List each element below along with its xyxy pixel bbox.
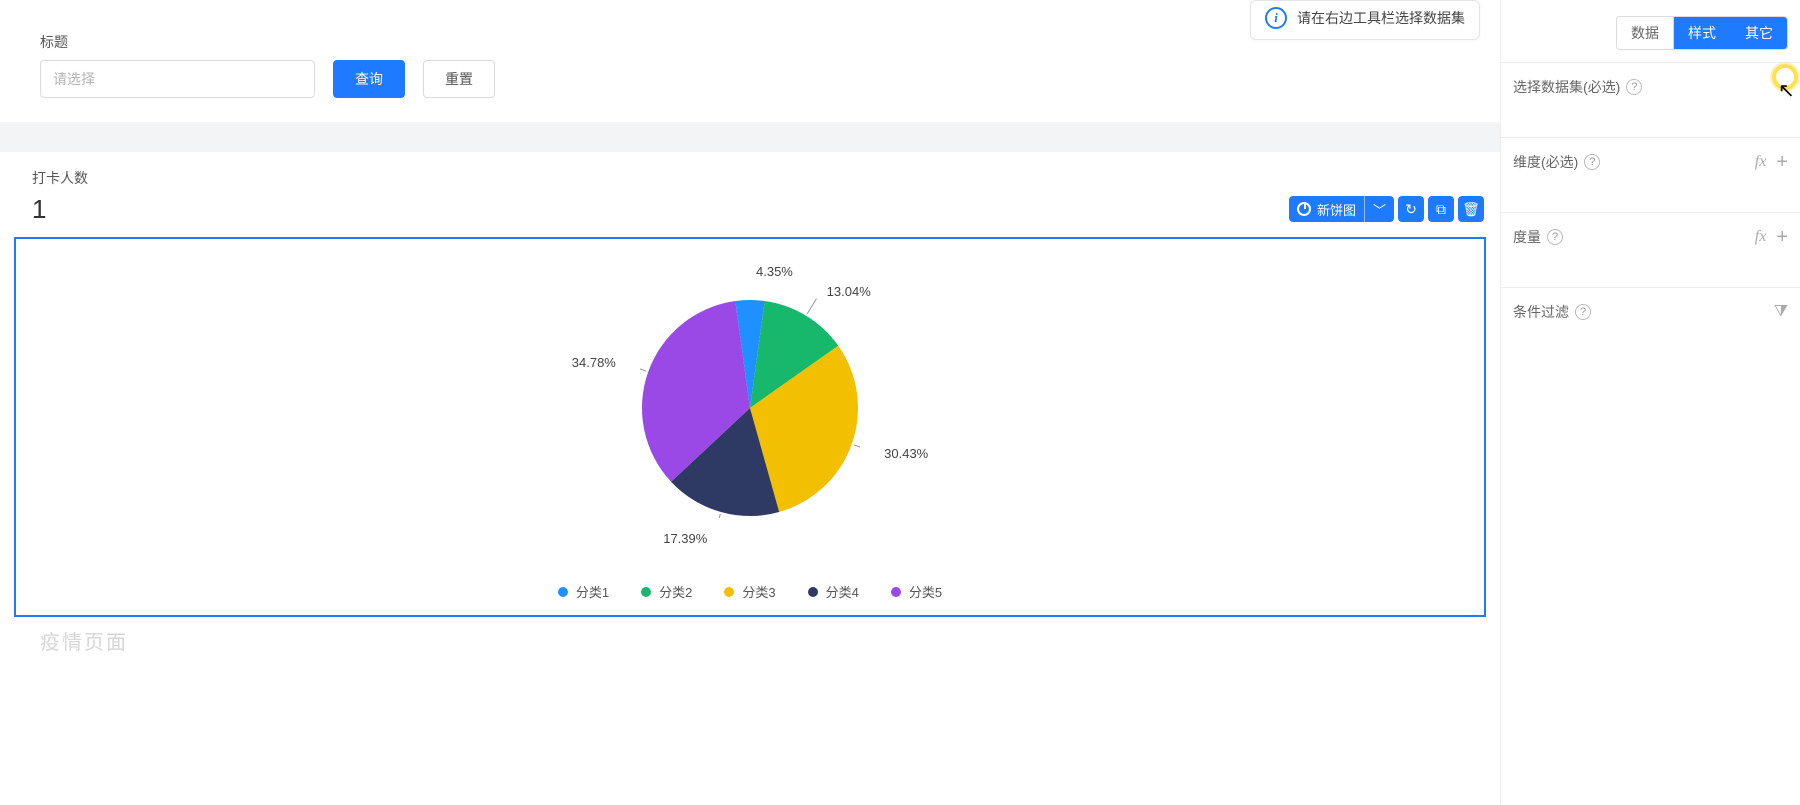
help-icon[interactable]: ? xyxy=(1575,304,1591,320)
main-area: i 请在右边工具栏选择数据集 标题 查询 重置 打卡人数 1 新饼图 ﹀ ↻ xyxy=(0,0,1500,805)
cfg-filter-label: 条件过滤 xyxy=(1513,302,1569,322)
chart-section: 打卡人数 1 新饼图 ﹀ ↻ ⧉ 🗑 4.35%13.04%30.43%17.3… xyxy=(0,152,1500,647)
legend-dot xyxy=(808,587,818,597)
config-sidebar: 数据 样式 其它 选择数据集(必选) ? 维度(必选) ? fx + 度量 ? … xyxy=(1500,0,1800,805)
legend-item[interactable]: 分类4 xyxy=(808,582,859,601)
fx-icon[interactable]: fx xyxy=(1755,228,1767,246)
chart-area: 4.35%13.04%30.43%17.39%34.78% 分类1分类2分类3分… xyxy=(16,239,1484,615)
help-icon[interactable]: ? xyxy=(1584,154,1600,170)
legend-dot xyxy=(558,587,568,597)
cfg-dimension-label: 维度(必选) xyxy=(1513,152,1578,172)
help-icon[interactable]: ? xyxy=(1626,79,1642,95)
plus-icon[interactable]: + xyxy=(1776,227,1788,247)
pie-wrap: 4.35%13.04%30.43%17.39%34.78% xyxy=(640,298,860,518)
cfg-dimension[interactable]: 维度(必选) ? fx + xyxy=(1501,137,1800,212)
slice-label: 30.43% xyxy=(884,446,928,461)
title-field: 标题 xyxy=(40,32,315,98)
legend-item[interactable]: 分类5 xyxy=(891,582,942,601)
legend-dot xyxy=(724,587,734,597)
cfg-dataset-label: 选择数据集(必选) xyxy=(1513,77,1620,97)
slice-label: 4.35% xyxy=(756,264,793,279)
info-tip: i 请在右边工具栏选择数据集 xyxy=(1250,0,1480,40)
legend: 分类1 分类2 分类3 分类4 分类5 xyxy=(16,582,1484,601)
section-head: 打卡人数 1 xyxy=(14,162,1486,229)
tab-other[interactable]: 其它 xyxy=(1730,17,1787,49)
filter-icon[interactable]: ⧩ xyxy=(1774,303,1788,321)
legend-item[interactable]: 分类3 xyxy=(724,582,775,601)
slice-label: 17.39% xyxy=(663,531,707,546)
section-value: 1 xyxy=(32,194,1468,225)
chart-panel[interactable]: 4.35%13.04%30.43%17.39%34.78% 分类1分类2分类3分… xyxy=(14,237,1486,617)
title-input[interactable] xyxy=(40,60,315,98)
chart-toolbar: 新饼图 ﹀ ↻ ⧉ 🗑 xyxy=(1289,196,1484,222)
info-icon: i xyxy=(1265,7,1287,29)
cfg-filter[interactable]: 条件过滤 ? ⧩ xyxy=(1501,287,1800,362)
chart-type-label: 新饼图 xyxy=(1317,200,1356,219)
refresh-icon[interactable]: ↻ xyxy=(1398,196,1424,222)
legend-label: 分类5 xyxy=(909,582,942,601)
query-button[interactable]: 查询 xyxy=(333,60,405,98)
legend-dot xyxy=(891,587,901,597)
tab-data[interactable]: 数据 xyxy=(1617,17,1673,49)
legend-label: 分类3 xyxy=(742,582,775,601)
title-label: 标题 xyxy=(40,32,315,52)
legend-label: 分类4 xyxy=(826,582,859,601)
plus-icon[interactable]: + xyxy=(1776,152,1788,172)
chart-type-selector[interactable]: 新饼图 ﹀ xyxy=(1289,196,1394,222)
ghost-text: 疫情页面 xyxy=(40,626,128,655)
reset-button[interactable]: 重置 xyxy=(423,60,495,98)
cfg-dataset[interactable]: 选择数据集(必选) ? xyxy=(1501,62,1800,137)
cfg-measure[interactable]: 度量 ? fx + xyxy=(1501,212,1800,287)
pie-icon xyxy=(1297,202,1311,216)
section-title: 打卡人数 xyxy=(32,168,1468,188)
slice-label: 34.78% xyxy=(572,355,616,370)
slice-label: 13.04% xyxy=(827,284,871,299)
tab-style[interactable]: 样式 xyxy=(1673,17,1730,49)
cfg-measure-label: 度量 xyxy=(1513,227,1541,247)
legend-dot xyxy=(641,587,651,597)
copy-icon[interactable]: ⧉ xyxy=(1428,196,1454,222)
legend-label: 分类2 xyxy=(659,582,692,601)
legend-item[interactable]: 分类2 xyxy=(641,582,692,601)
separator-band xyxy=(0,122,1500,152)
fx-icon[interactable]: fx xyxy=(1755,153,1767,171)
pie-svg xyxy=(640,298,860,518)
info-tip-text: 请在右边工具栏选择数据集 xyxy=(1297,8,1465,28)
legend-label: 分类1 xyxy=(576,582,609,601)
legend-item[interactable]: 分类1 xyxy=(558,582,609,601)
config-tabs: 数据 样式 其它 xyxy=(1501,0,1800,62)
chevron-down-icon[interactable]: ﹀ xyxy=(1365,196,1394,222)
delete-icon[interactable]: 🗑 xyxy=(1458,196,1484,222)
help-icon[interactable]: ? xyxy=(1547,229,1563,245)
